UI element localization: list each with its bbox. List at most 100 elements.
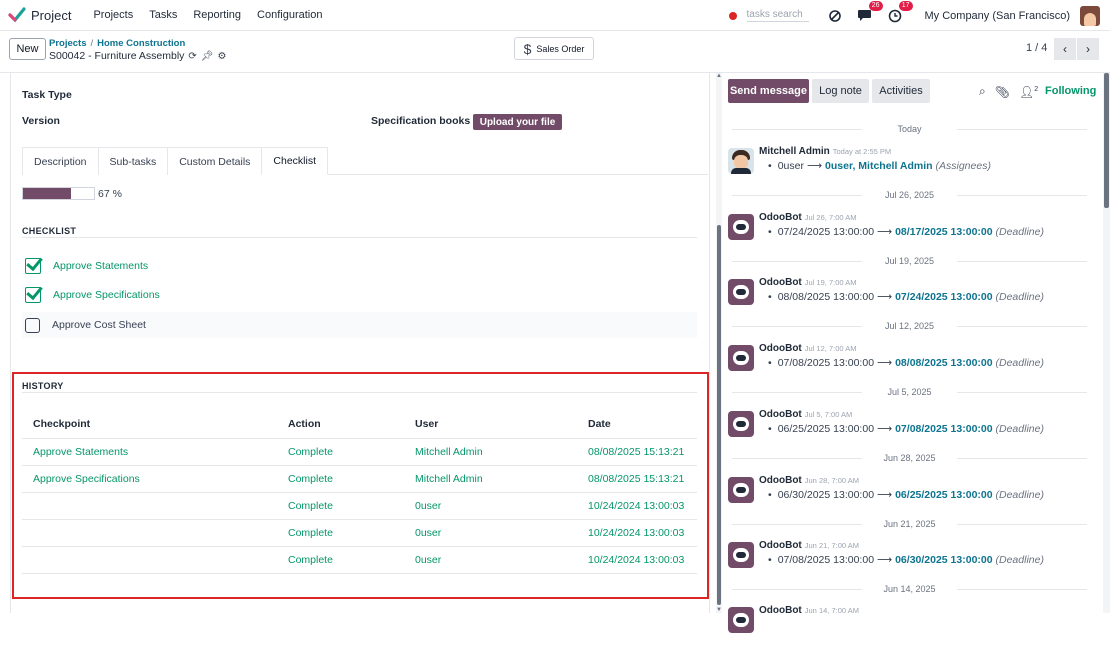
- paperclip-icon[interactable]: 📎︎: [995, 85, 1010, 99]
- odoobot-avatar[interactable]: [728, 411, 754, 437]
- search-icon[interactable]: ⌕: [979, 84, 986, 99]
- checklist-item[interactable]: Approve Statements: [22, 253, 697, 279]
- message-author[interactable]: OdooBot: [759, 540, 802, 551]
- checklist-item-label: Approve Cost Sheet: [52, 319, 146, 331]
- menu-tasks[interactable]: Tasks: [141, 9, 185, 21]
- field-name: (Deadline): [995, 357, 1044, 369]
- record-title: S00042 - Furniture Assembly ⟳ 📌︎ ⚙: [49, 50, 226, 62]
- history-heading: HISTORY: [22, 381, 64, 391]
- tab-description[interactable]: Description: [22, 147, 99, 175]
- new-button[interactable]: New: [9, 38, 46, 60]
- odoobot-avatar[interactable]: [728, 542, 754, 568]
- date-separator: Jun 14, 2025: [732, 584, 1087, 594]
- table-row[interactable]: Complete 0user 10/24/2024 13:00:03: [22, 492, 697, 520]
- message-author[interactable]: OdooBot: [759, 409, 802, 420]
- odoobot-avatar[interactable]: [728, 345, 754, 371]
- old-value: 07/08/2025 13:00:00: [777, 357, 875, 369]
- col-date[interactable]: Date: [577, 410, 697, 439]
- gear-icon[interactable]: ⚙: [218, 51, 227, 62]
- breadcrumb-projects[interactable]: Projects: [49, 38, 87, 49]
- dollar-icon: $: [523, 40, 532, 57]
- chat-icon[interactable]: 26: [857, 0, 883, 24]
- table-row[interactable]: Approve Statements Complete Mitchell Adm…: [22, 438, 697, 466]
- cell-date: 10/24/2024 13:00:03: [577, 492, 697, 520]
- message-author[interactable]: OdooBot: [759, 475, 802, 486]
- odoobot-avatar[interactable]: [728, 214, 754, 240]
- user-avatar[interactable]: [1080, 5, 1100, 26]
- refresh-icon[interactable]: ⟳: [188, 51, 196, 62]
- new-value: 07/24/2025 13:00:00: [895, 291, 993, 303]
- sales-order-button[interactable]: $ Sales Order: [514, 37, 594, 60]
- checkbox-unchecked-icon[interactable]: [25, 317, 40, 333]
- message-time: Jul 12, 7:00 AM: [804, 344, 857, 353]
- chatter-message: OdooBot Jul 5, 7:00 AM • 06/25/2025 13:00:…: [728, 409, 1093, 449]
- chatter-message: OdooBot Jun 21, 7:00 AM • 07/08/2025 13:00…: [728, 540, 1093, 580]
- followers-icon[interactable]: 👤︎2: [1019, 85, 1038, 99]
- table-row[interactable]: Complete 0user 10/24/2024 13:00:03: [22, 519, 697, 547]
- arrow-right-icon: ⟶: [877, 489, 893, 501]
- checklist-item[interactable]: Approve Specifications: [22, 282, 697, 308]
- project-logo-icon: [8, 7, 26, 23]
- cell-action: Complete: [277, 546, 404, 574]
- checkbox-checked-icon[interactable]: [25, 287, 41, 303]
- message-author[interactable]: Mitchell Admin: [759, 146, 830, 157]
- pin-icon[interactable]: 📌︎: [201, 51, 214, 62]
- date-separator: Jul 19, 2025: [732, 256, 1087, 266]
- chatter-message: OdooBot Jul 19, 7:00 AM • 08/08/2025 13:00…: [728, 277, 1093, 317]
- history-header-row: Checkpoint Action User Date: [22, 410, 697, 439]
- arrow-right-icon: ⟶: [877, 357, 893, 369]
- menu-projects[interactable]: Projects: [85, 9, 141, 21]
- scrollbar-thumb[interactable]: [717, 225, 721, 605]
- table-row[interactable]: Approve Specifications Complete Mitchell…: [22, 465, 697, 493]
- following-button[interactable]: Following: [1045, 85, 1096, 97]
- tasks-search-input[interactable]: tasks search: [746, 9, 809, 22]
- cell-action: Complete: [277, 492, 404, 520]
- odoobot-avatar[interactable]: [728, 279, 754, 305]
- pager-next-button[interactable]: ›: [1077, 38, 1099, 60]
- checklist-item-label: Approve Specifications: [53, 289, 160, 301]
- cell-date: 08/08/2025 15:13:21: [577, 465, 697, 493]
- activity-clock-icon[interactable]: 17: [887, 0, 913, 24]
- sales-order-label: Sales Order: [536, 43, 585, 54]
- send-message-button[interactable]: Send message: [728, 79, 809, 103]
- scrollbar-thumb[interactable]: [1104, 73, 1109, 208]
- cell-action: Complete: [277, 438, 404, 466]
- tab-sub-tasks[interactable]: Sub-tasks: [97, 147, 169, 175]
- col-user[interactable]: User: [404, 410, 577, 439]
- message-author[interactable]: OdooBot: [759, 277, 802, 288]
- tab-custom-details[interactable]: Custom Details: [167, 147, 263, 175]
- log-note-button[interactable]: Log note: [812, 79, 869, 103]
- upload-file-button[interactable]: Upload your file: [473, 114, 562, 130]
- pager-previous-button[interactable]: ‹: [1054, 38, 1076, 60]
- record-status-dot-icon[interactable]: [728, 11, 737, 20]
- date-separator: Jul 5, 2025: [732, 387, 1087, 397]
- breadcrumb: Projects / Home Construction: [49, 38, 186, 49]
- table-row[interactable]: Complete 0user 10/24/2024 13:00:03: [22, 546, 697, 574]
- pager-value[interactable]: 1 / 4: [1026, 42, 1047, 54]
- app-logo[interactable]: Project: [8, 6, 71, 24]
- menu-configuration[interactable]: Configuration: [249, 9, 330, 21]
- message-author[interactable]: OdooBot: [759, 343, 802, 354]
- version-label: Version: [22, 115, 60, 127]
- old-value: 0user: [777, 160, 804, 172]
- odoobot-avatar[interactable]: [728, 477, 754, 503]
- new-value: 06/25/2025 13:00:00: [895, 489, 993, 501]
- mitchell-admin-avatar[interactable]: [728, 148, 754, 174]
- col-action[interactable]: Action: [277, 410, 404, 439]
- new-value: 07/08/2025 13:00:00: [895, 423, 993, 435]
- company-switcher[interactable]: My Company (San Francisco): [925, 10, 1071, 22]
- chatter-scrollbar[interactable]: [1103, 73, 1110, 613]
- tab-checklist[interactable]: Checklist: [261, 147, 329, 175]
- cell-date: 10/24/2024 13:00:03: [577, 546, 697, 574]
- message-author[interactable]: OdooBot: [759, 605, 802, 616]
- voip-phone-icon[interactable]: [827, 8, 843, 24]
- message-author[interactable]: OdooBot: [759, 212, 802, 223]
- menu-reporting[interactable]: Reporting: [185, 9, 249, 21]
- checklist-item[interactable]: Approve Cost Sheet: [22, 312, 697, 338]
- odoobot-avatar[interactable]: [728, 607, 754, 633]
- col-checkpoint[interactable]: Checkpoint: [22, 410, 277, 439]
- breadcrumb-home-construction[interactable]: Home Construction: [97, 38, 185, 49]
- progress-fill: [23, 188, 71, 199]
- activities-button[interactable]: Activities: [872, 79, 930, 103]
- checkbox-checked-icon[interactable]: [25, 258, 41, 274]
